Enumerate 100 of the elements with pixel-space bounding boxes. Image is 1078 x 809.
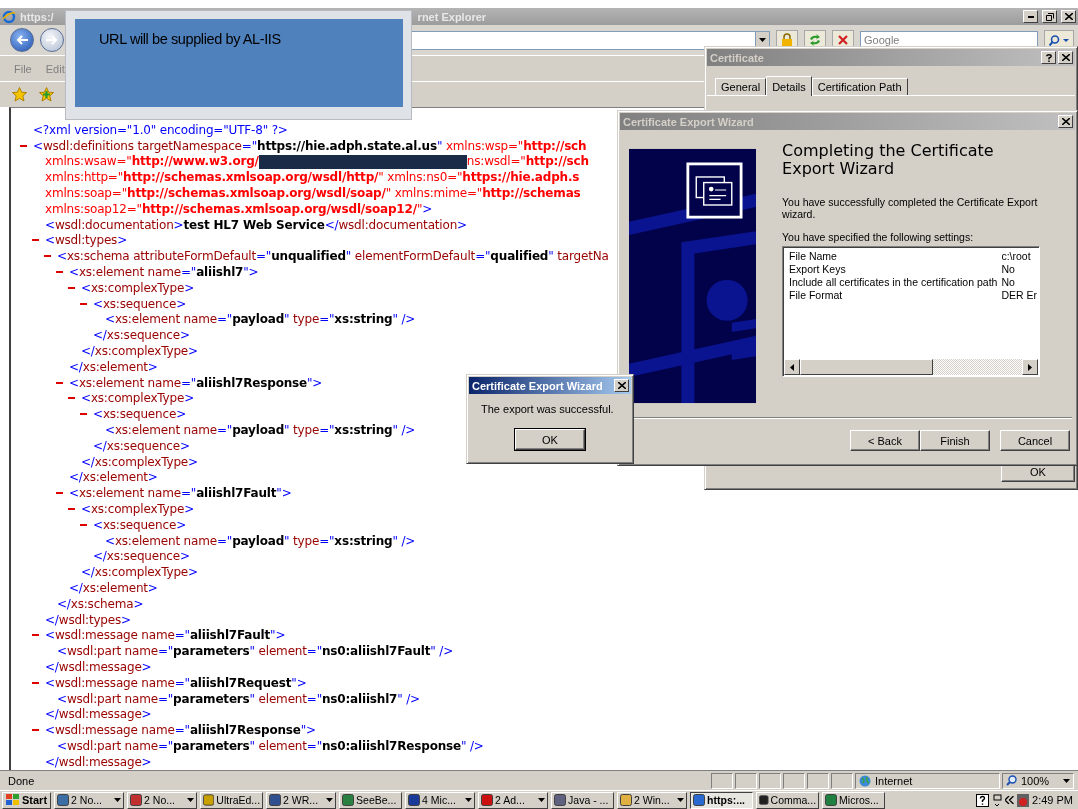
window-title: https:/ — [20, 10, 54, 23]
xml-line: </wsdl:message> — [45, 754, 152, 769]
xml-line: </xs:element> — [69, 581, 158, 595]
help-icon — [1045, 53, 1052, 62]
windows-logo-icon — [6, 794, 20, 806]
app-icon — [342, 794, 355, 806]
xml-line: </xs:sequence> — [93, 549, 190, 564]
taskbar-button[interactable]: 2 Win... — [617, 791, 688, 809]
collapse-icon[interactable] — [68, 397, 75, 400]
xml-line: <xs:element name="payload" type="xs:string" /> — [105, 423, 416, 438]
taskbar-button[interactable]: Java - ... — [551, 791, 615, 809]
xml-line: </xs:complexType> — [81, 565, 198, 580]
xml-line: xmlns:soap="http://schemas.xmlsoap.org/wsdl/soap/" xmlns:mime="http://schemas — [45, 186, 581, 201]
tab[interactable]: Details — [766, 76, 812, 96]
taskbar-button[interactable]: 4 Mic... — [405, 791, 476, 809]
back-button[interactable] — [10, 28, 34, 52]
xml-line: <xs:element name="aliishl7Response"> — [69, 375, 323, 390]
ok-button[interactable]: OK — [515, 429, 585, 450]
taskbar-button[interactable]: Micros... — [822, 791, 886, 809]
xml-line: <wsdl:part name="parameters" element="ns0:aliishl7Fault" /> — [57, 644, 454, 659]
wizard-button[interactable]: Cancel — [1000, 430, 1070, 451]
wizard-heading: Completing the Certificate Export Wizard — [782, 142, 995, 178]
xml-line: <wsdl:message name="aliishl7Response"> — [45, 723, 316, 738]
back-arrow-icon — [16, 35, 28, 45]
collapse-icon[interactable] — [56, 492, 63, 495]
dialog-title: Certificate — [710, 51, 765, 64]
wizard-button[interactable]: < Back — [850, 430, 920, 451]
collapse-icon[interactable] — [44, 255, 51, 258]
setting-name: File Format — [789, 289, 844, 302]
xml-line: xmlns:soap12="http://schemas.xmlsoap.org/wsdl/soap12/"> — [45, 201, 433, 216]
taskbar-button[interactable]: 2 Ad... — [478, 791, 549, 809]
setting-name: Include all certificates in the certification path — [789, 276, 998, 289]
taskbar-button[interactable]: 2 No... — [54, 791, 125, 809]
collapse-icon[interactable] — [56, 381, 63, 384]
xml-line: xmlns:wsaw="http://www.w3.org/ ns:wsdl="http://sch — [45, 154, 589, 169]
forward-button[interactable] — [40, 28, 64, 52]
xml-line: </xs:sequence> — [93, 438, 190, 453]
xml-line: <xs:complexType> — [81, 280, 195, 295]
refresh-icon — [808, 34, 822, 46]
app-icon — [554, 794, 567, 806]
zoom-icon — [1006, 775, 1017, 786]
horizontal-scrollbar[interactable] — [784, 359, 1038, 375]
app-icon — [825, 794, 838, 806]
zoom-button[interactable]: 100% — [1002, 772, 1074, 789]
wizard-button[interactable]: Finish — [920, 430, 990, 451]
collapse-icon[interactable] — [32, 634, 39, 637]
browser-icon — [2, 9, 16, 24]
help-button[interactable] — [1041, 51, 1056, 64]
collapse-icon[interactable] — [32, 729, 39, 732]
expand-tray-icon[interactable] — [1005, 796, 1015, 804]
taskbar-button[interactable]: UltraEd... — [200, 791, 264, 809]
clock: 2:49 PM — [1032, 794, 1073, 806]
taskbar-button[interactable]: SeeBe... — [339, 791, 403, 809]
collapse-icon[interactable] — [80, 413, 87, 416]
xml-line: <wsdl:types> — [45, 233, 128, 248]
xml-line: <wsdl:message name="aliishl7Request"> — [45, 675, 307, 690]
xml-line: <xs:sequence> — [93, 296, 186, 311]
app-icon — [269, 794, 282, 806]
xml-line: <xs:element name="aliishl7"> — [69, 265, 259, 280]
setting-value: No — [1001, 276, 1016, 289]
setting-value: c:\root — [1001, 250, 1032, 263]
restore-button[interactable] — [1042, 10, 1057, 23]
xml-line: </wsdl:types> — [45, 612, 131, 627]
xml-line: </wsdl:message> — [45, 707, 152, 722]
left-arrow-icon — [790, 363, 795, 371]
star-icon[interactable] — [12, 87, 27, 102]
xml-line: <xs:sequence> — [93, 407, 186, 422]
stop-icon — [838, 35, 848, 45]
xml-line: <xs:sequence> — [93, 517, 186, 532]
globe-icon — [859, 774, 871, 787]
message-text: The export was successful. — [480, 403, 614, 415]
xml-line: <wsdl:definitions targetNamespace="https://hie.adph.state.al.us" xmlns:wsp="http://sch — [33, 138, 587, 153]
collapse-icon[interactable] — [68, 286, 75, 289]
tab[interactable]: General — [715, 78, 767, 95]
collapse-icon[interactable] — [32, 681, 39, 684]
app-icon — [759, 794, 769, 806]
xml-line: </xs:element> — [69, 359, 158, 374]
taskbar-button[interactable]: 2 No... — [127, 791, 198, 809]
collapse-icon[interactable] — [32, 239, 39, 242]
help-icon[interactable] — [976, 793, 990, 807]
collapse-icon[interactable] — [56, 271, 63, 274]
window-icon[interactable] — [992, 793, 1003, 807]
collapse-icon[interactable] — [80, 302, 87, 305]
xml-line: </wsdl:message> — [45, 660, 152, 674]
setting-name: File Name — [789, 250, 838, 263]
collapse-icon[interactable] — [80, 523, 87, 526]
app-icon — [408, 794, 421, 806]
settings-label: You have specified the following settings: — [782, 231, 975, 243]
collapse-icon[interactable] — [20, 144, 27, 147]
start-button[interactable]: Start — [2, 791, 52, 809]
xml-line: <?xml version="1.0" encoding="UTF-8" ?> — [33, 122, 288, 137]
taskbar-button[interactable]: https:... — [690, 791, 754, 809]
app-icon — [203, 794, 215, 806]
xml-line: <xs:element name="aliishl7Fault"> — [69, 486, 292, 501]
taskbar-button[interactable]: Comma... — [756, 791, 820, 809]
minimize-button[interactable] — [1023, 10, 1038, 23]
dialog-title: Certificate Export Wizard — [623, 115, 755, 128]
taskbar-button[interactable]: 2 WR... — [266, 791, 337, 809]
tab[interactable]: Certification Path — [811, 78, 908, 95]
xml-line: </xs:schema> — [57, 596, 144, 611]
